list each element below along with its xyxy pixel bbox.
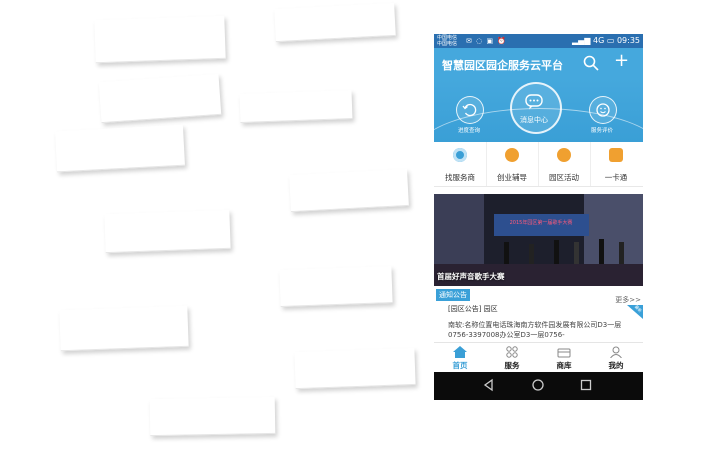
- tab-store[interactable]: 商库: [538, 343, 590, 373]
- background-paper: [59, 305, 189, 352]
- quick-item-mentoring[interactable]: 创业辅导: [486, 142, 539, 186]
- status-bar: 中国电信 中国电信 ✉ ◌ ▣ ⏰ ▂▄▆ 4G ▭ 09:35: [434, 34, 643, 48]
- refresh-icon: [462, 103, 477, 117]
- carrier-line-2: 中国电信: [437, 41, 458, 47]
- background-paper: [104, 209, 231, 254]
- quick-menu: 找服务商 创业辅导 园区活动 一卡通: [434, 142, 643, 187]
- tab-bar: 首页 服务 商库 我的: [434, 342, 643, 373]
- notice-section: 通知公告 更多>> [园区公告] 园区 最新 南软:名称位置电话珠海南方软件园发…: [434, 286, 643, 346]
- home-icon: [453, 346, 467, 358]
- activity-icon: [557, 148, 571, 162]
- network-label: 4G: [592, 36, 605, 45]
- home-circle-icon[interactable]: [531, 378, 545, 392]
- alarm-icon: ⏰: [497, 37, 508, 45]
- message-icon: ✉: [466, 37, 473, 45]
- carrier-text: 中国电信 中国电信: [437, 35, 457, 47]
- background-paper: [289, 168, 409, 213]
- chat-icon: ◌: [476, 37, 484, 45]
- service-rating-label: 服务评价: [590, 128, 613, 134]
- quick-item-service-provider[interactable]: 找服务商: [434, 142, 487, 186]
- event-banner[interactable]: 2015年园区第一届歌手大赛 首届好声音歌手大赛: [434, 194, 643, 286]
- mentoring-icon: [505, 148, 519, 162]
- tab-label: 首页: [452, 361, 468, 370]
- service-provider-icon: [453, 148, 467, 162]
- tab-mine[interactable]: 我的: [590, 343, 642, 373]
- android-nav-bar: [434, 372, 643, 400]
- phone-screen: 中国电信 中国电信 ✉ ◌ ▣ ⏰ ▂▄▆ 4G ▭ 09:35 智慧园区园企服…: [434, 34, 643, 400]
- plus-icon[interactable]: +: [614, 52, 629, 70]
- message-center-label: 消息中心: [520, 116, 548, 124]
- app-title: 智慧园区园企服务云平台: [442, 59, 563, 72]
- tab-label: 商库: [556, 361, 572, 370]
- background-paper: [98, 73, 222, 124]
- notice-body[interactable]: 南软:名称位置电话珠海南方软件园发展有限公司D3一层0756-3397008办公…: [448, 320, 638, 340]
- service-rating-button[interactable]: [589, 96, 617, 124]
- tab-label: 我的: [608, 361, 624, 370]
- quick-item-activity[interactable]: 园区活动: [538, 142, 591, 186]
- banner-caption: 首届好声音歌手大赛: [437, 272, 505, 281]
- quick-item-label: 园区活动: [549, 173, 579, 182]
- notice-tag: 通知公告: [436, 289, 470, 301]
- quick-item-label: 找服务商: [445, 173, 475, 182]
- background-paper: [294, 347, 416, 390]
- status-right: ▂▄▆ 4G ▭ 09:35: [572, 36, 640, 45]
- search-icon[interactable]: [582, 54, 600, 72]
- banner-sign-text: 2015年园区第一届歌手大赛: [510, 219, 573, 226]
- signal-icon: ▂▄▆: [571, 36, 591, 45]
- quick-item-label: 创业辅导: [497, 173, 527, 182]
- quick-item-card[interactable]: 一卡通: [590, 142, 642, 186]
- app-bar: 智慧园区园企服务云平台 +: [434, 48, 643, 78]
- notification-icons: ✉ ◌ ▣ ⏰: [466, 37, 507, 45]
- back-icon[interactable]: [482, 378, 496, 392]
- background-paper: [239, 90, 353, 123]
- grid-icon: [506, 346, 518, 358]
- clock: 09:35: [616, 36, 640, 45]
- quick-item-label: 一卡通: [604, 173, 628, 182]
- tab-label: 服务: [504, 361, 520, 370]
- progress-query-button[interactable]: [456, 96, 484, 124]
- background-paper: [94, 15, 226, 64]
- background-paper: [55, 124, 185, 173]
- progress-query-label: 进度查询: [457, 128, 480, 134]
- person-icon: [610, 346, 622, 358]
- hero-panel: 进度查询 消息中心 服务评价: [434, 78, 643, 142]
- notice-headline[interactable]: [园区公告] 园区: [448, 304, 498, 314]
- battery-icon: ▭: [606, 36, 615, 45]
- background-paper: [279, 266, 393, 307]
- card-icon: [609, 148, 623, 162]
- store-icon: [557, 348, 571, 358]
- tab-service[interactable]: 服务: [486, 343, 538, 373]
- recent-apps-icon[interactable]: [579, 378, 593, 392]
- background-paper: [274, 2, 396, 43]
- tab-home[interactable]: 首页: [434, 343, 486, 373]
- notification-icon: ▣: [486, 37, 495, 45]
- smile-icon: [596, 103, 610, 117]
- message-center-button[interactable]: [510, 82, 562, 134]
- background-paper: [149, 396, 276, 437]
